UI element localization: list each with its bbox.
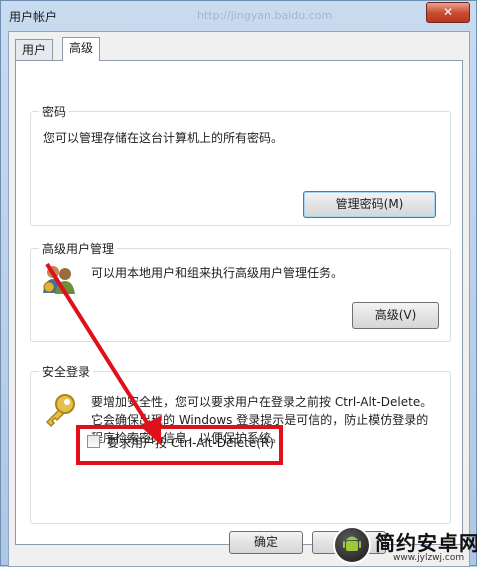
user-accounts-window: 用户帐户 http://jingyan.baidu.com ✕ 用户 高级 密码… (0, 0, 477, 567)
android-logo-icon (333, 526, 371, 564)
red-highlight-rect (76, 425, 283, 465)
site-logo: 简约安卓网 www.jylzwj.com (333, 524, 477, 567)
tab-advanced[interactable]: 高级 (62, 37, 101, 61)
red-arrow-annotation (45, 262, 161, 445)
logo-text: 简约安卓网 (375, 531, 477, 555)
logo-subtext: www.jylzwj.com (393, 553, 465, 563)
